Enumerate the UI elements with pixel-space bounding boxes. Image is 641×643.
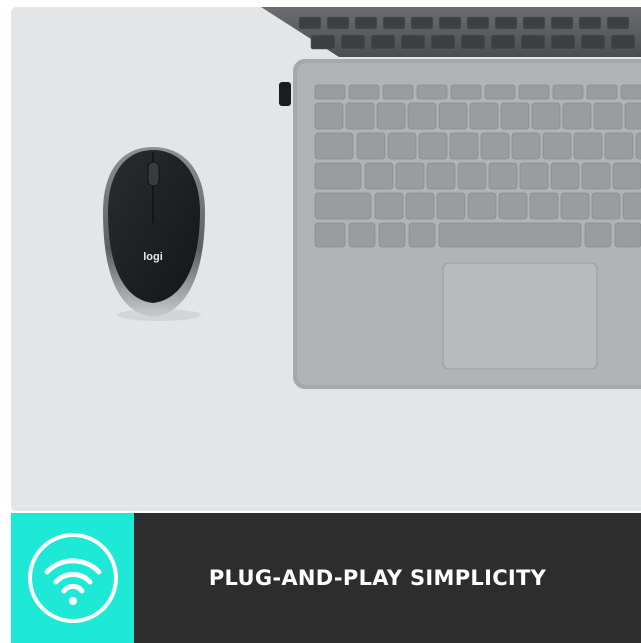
feature-banner: PLUG-AND-PLAY SIMPLICITY (11, 513, 641, 643)
usb-receiver (279, 82, 291, 106)
trackpad (442, 262, 598, 370)
laptop-base (293, 59, 641, 389)
wifi-icon (27, 533, 118, 623)
wireless-mouse: logi (103, 147, 205, 321)
feature-badge (11, 513, 134, 643)
feature-caption: PLUG-AND-PLAY SIMPLICITY (134, 513, 641, 643)
scroll-wheel (147, 161, 160, 187)
product-photo: logi (11, 7, 641, 511)
photo-scene: logi (103, 7, 641, 389)
laptop-lid (261, 7, 641, 57)
logo-text: logi (143, 251, 163, 263)
feature-title: PLUG-AND-PLAY SIMPLICITY (208, 566, 547, 590)
